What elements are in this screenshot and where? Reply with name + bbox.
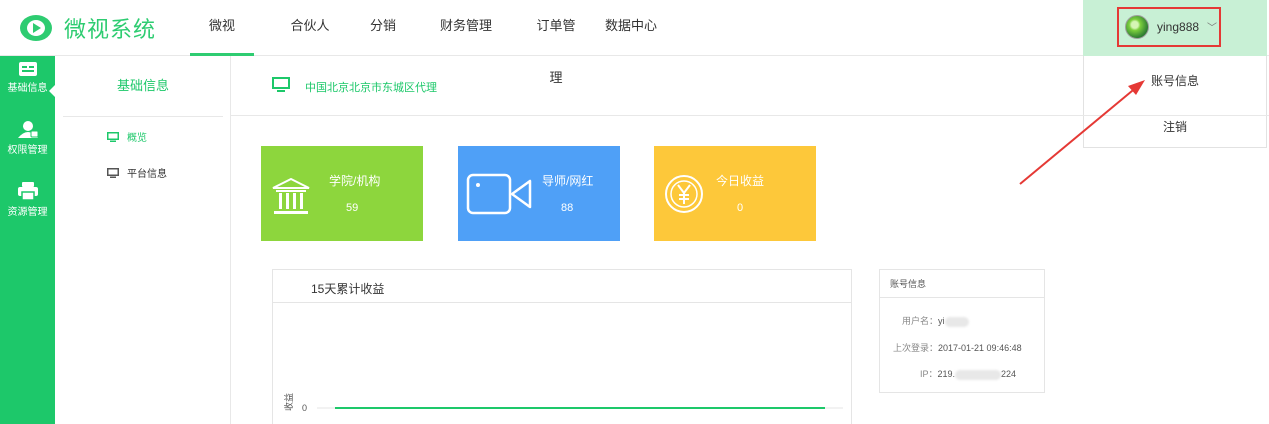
nav-item-label: 分销 [369, 18, 396, 33]
main-nav: 微视 合伙人 分销 财务管理 订单管理 数据中心 [190, 0, 682, 85]
account-username-label: 用户名： [902, 316, 939, 326]
user-area: ying888 ﹀ [1083, 0, 1267, 56]
monitor-icon [107, 167, 119, 178]
institution-icon [272, 178, 310, 214]
account-ip-row: IP：219. 224 [920, 367, 1016, 380]
breadcrumb: 中国北京北京市东城区代理 [231, 56, 1269, 116]
nav-item-label: 财务管理 [439, 18, 492, 33]
username: ying888 [1157, 20, 1200, 34]
nav-item-data-center[interactable]: 数据中心 [580, 0, 682, 56]
sidebar-item-permissions[interactable]: 权限管理 [0, 120, 55, 156]
chevron-down-icon: ﹀ [1207, 22, 1218, 34]
account-ip-suffix: 224 [1001, 369, 1017, 379]
avatar [1125, 15, 1149, 39]
dropdown-item-logout[interactable]: 注销 [1084, 118, 1266, 135]
monitor-icon [107, 131, 119, 142]
eye-logo-icon [20, 15, 52, 41]
account-username-value: yi [938, 316, 945, 326]
nav-item-label: 微视 [208, 18, 235, 33]
user-menu-toggle[interactable]: ying888 ﹀ [1117, 7, 1221, 47]
account-last-login-value: 2017-01-21 09:46:48 [938, 343, 1022, 353]
stat-card-value: 88 [561, 202, 574, 214]
chart-title: 15天累计收益 [311, 282, 385, 296]
yen-icon [665, 175, 703, 213]
account-ip-label: IP： [920, 369, 938, 379]
brand-name: 微视系统 [64, 17, 157, 42]
redacted-mask [955, 369, 1002, 380]
sidebar-item-label: 权限管理 [7, 145, 48, 156]
nav-item-finance[interactable]: 财务管理 [400, 0, 532, 56]
stat-card-title: 学院/机构 [329, 174, 381, 188]
logo[interactable]: 微视系统 [18, 10, 156, 46]
divider [63, 116, 223, 117]
earnings-chart-panel: 15天累计收益 收益 0 [272, 269, 852, 424]
nav-item-orders[interactable]: 订单管理 [532, 0, 580, 85]
card-icon [18, 62, 37, 76]
sidebar-item-basic-info[interactable]: 基础信息 [0, 62, 56, 98]
account-last-login-row: 上次登录：2017-01-21 09:46:48 [893, 341, 1022, 354]
stat-card-today-earnings[interactable]: 今日收益 0 [654, 146, 816, 241]
printer-icon [17, 182, 38, 200]
sidebar-item-label: 资源管理 [7, 207, 48, 218]
chart-header: 15天累计收益 [273, 270, 851, 303]
y-tick-label: 0 [302, 403, 307, 413]
monitor-icon [272, 77, 290, 92]
breadcrumb-text: 中国北京北京市东城区代理 [305, 82, 437, 94]
sub-sidebar-title: 基础信息 [116, 78, 169, 93]
user-icon [17, 121, 38, 138]
sidebar-item-resources[interactable]: 资源管理 [0, 182, 55, 218]
nav-item-label: 合伙人 [290, 18, 330, 33]
sub-sidebar: 基础信息 概览 平台信息 [55, 56, 231, 424]
stat-card-mentor[interactable]: 导师/网红 88 [458, 146, 620, 241]
stat-card-title: 今日收益 [716, 174, 765, 188]
account-username-row: 用户名：yi [902, 314, 969, 327]
nav-item-label: 数据中心 [604, 18, 657, 33]
nav-item-distribution[interactable]: 分销 [366, 0, 400, 56]
subnav-item-overview[interactable]: 概览 [107, 129, 147, 144]
redacted-mask [944, 316, 969, 327]
video-camera-icon [466, 173, 532, 215]
sidebar-item-label: 基础信息 [7, 83, 48, 94]
stat-card-institution[interactable]: 学院/机构 59 [261, 146, 423, 241]
subnav-item-label: 概览 [127, 133, 147, 144]
icon-sidebar: 基础信息 权限管理 资源管理 [0, 56, 56, 424]
account-info-panel: 账号信息 用户名：yi 上次登录：2017-01-21 09:46:48 IP：… [879, 269, 1045, 393]
account-last-login-label: 上次登录： [893, 343, 939, 353]
nav-item-weishi[interactable]: 微视 [190, 0, 254, 56]
y-axis-label: 收益 [283, 393, 294, 411]
account-info-title: 账号信息 [880, 270, 1044, 298]
subnav-item-platform-info[interactable]: 平台信息 [107, 165, 167, 180]
stat-card-title: 导师/网红 [542, 174, 594, 188]
earnings-line-chart: 收益 0 [283, 393, 843, 413]
top-bar: 微视系统 微视 合伙人 分销 财务管理 订单管理 数据中心 ying888 ﹀ [0, 0, 1269, 85]
stat-card-value: 59 [346, 202, 359, 214]
nav-item-partner[interactable]: 合伙人 [254, 0, 366, 56]
account-ip-prefix: 219. [937, 369, 956, 379]
stat-card-value: 0 [737, 202, 744, 214]
subnav-item-label: 平台信息 [127, 169, 167, 180]
